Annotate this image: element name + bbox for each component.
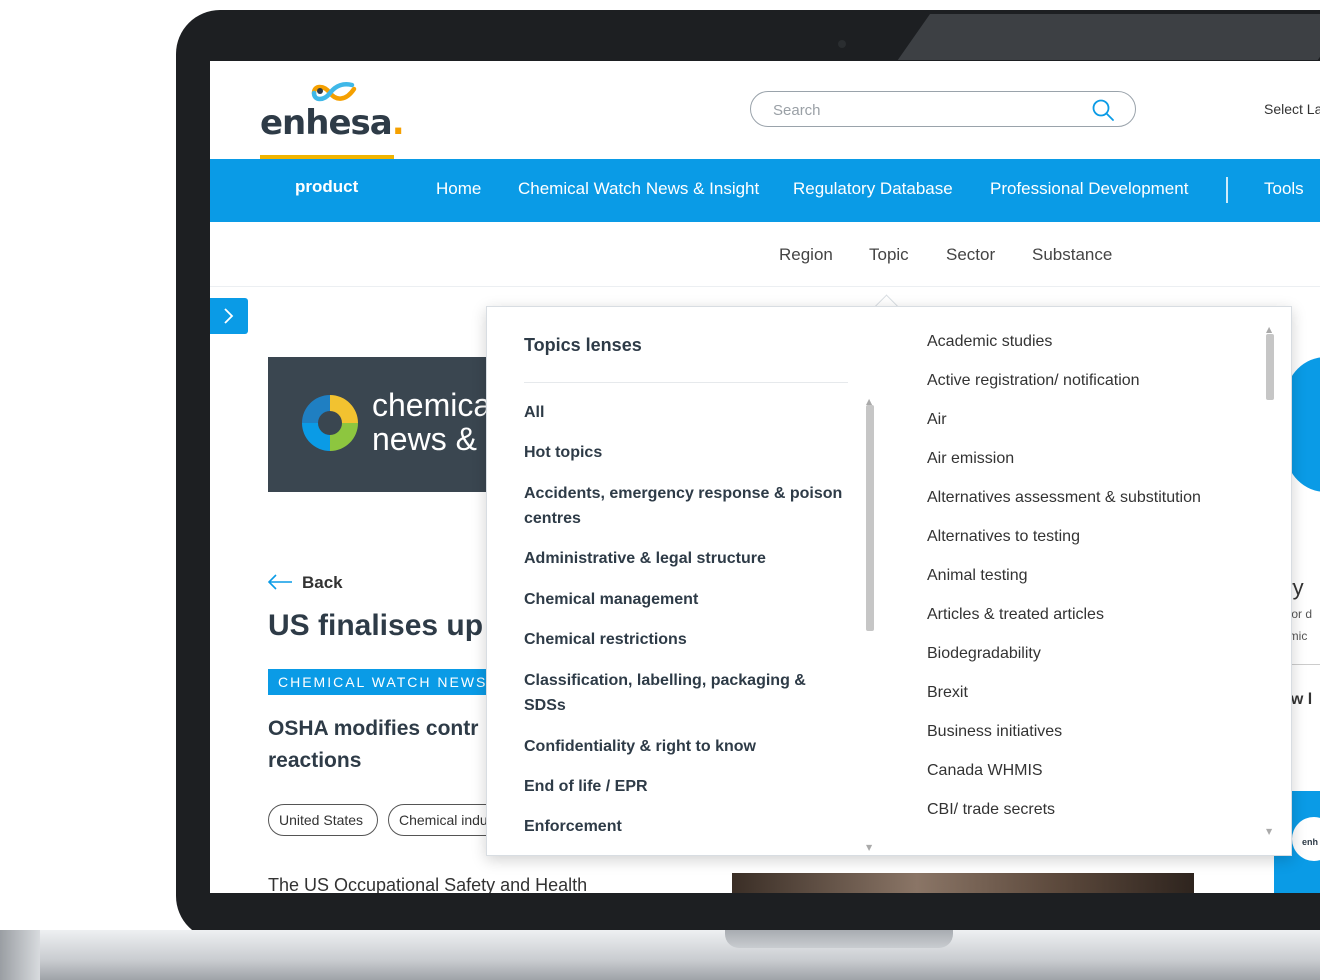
topic-item[interactable]: Brexit bbox=[927, 684, 968, 702]
topic-item[interactable]: Alternatives to testing bbox=[927, 528, 1080, 546]
nav-regulatory-database[interactable]: Regulatory Database bbox=[793, 179, 953, 199]
subnav-sector[interactable]: Sector bbox=[946, 245, 995, 265]
laptop-base-edge bbox=[0, 930, 40, 980]
lens-item[interactable]: All bbox=[524, 400, 844, 425]
topic-item[interactable]: Air emission bbox=[927, 450, 1014, 468]
topics-lenses-title: Topics lenses bbox=[524, 335, 642, 355]
lens-item[interactable]: End of life / EPR bbox=[524, 774, 844, 799]
sidebar-toggle[interactable] bbox=[210, 298, 248, 334]
lens-item[interactable]: Administrative & legal structure bbox=[524, 546, 844, 571]
nav-tools[interactable]: Tools bbox=[1264, 179, 1304, 199]
article-subheading-line2: reactions bbox=[268, 749, 362, 772]
select-language[interactable]: Select La bbox=[1264, 101, 1320, 117]
enhesa-badge-text: enh bbox=[1302, 837, 1319, 847]
topic-item[interactable]: Business initiatives bbox=[927, 723, 1062, 741]
laptop-base bbox=[0, 930, 1320, 980]
topics-dropdown: Topics lenses All Hot topics Accidents, … bbox=[486, 306, 1292, 856]
article-image bbox=[732, 873, 1194, 893]
topic-item[interactable]: CBI/ trade secrets bbox=[927, 801, 1055, 819]
banner-text-line1: chemica bbox=[372, 387, 492, 423]
scroll-down-icon[interactable]: ▼ bbox=[866, 843, 872, 852]
logo-dot: . bbox=[391, 103, 405, 143]
enhesa-logo-icon bbox=[311, 82, 357, 102]
bezel-reflection bbox=[897, 14, 1320, 60]
chemical-watch-logo-icon bbox=[302, 395, 358, 451]
topic-item[interactable]: Academic studies bbox=[927, 333, 1052, 351]
nav-professional-development[interactable]: Professional Development bbox=[990, 179, 1188, 199]
topics-lenses-divider bbox=[524, 382, 848, 383]
chevron-right-icon bbox=[224, 308, 234, 324]
scroll-down-icon[interactable]: ▼ bbox=[1266, 827, 1272, 836]
search-box[interactable] bbox=[750, 91, 1136, 127]
article-body-text: The US Occupational Safety and Health bbox=[268, 875, 588, 893]
logo-text: enhesa bbox=[260, 103, 393, 143]
topic-item[interactable]: Active registration/ notification bbox=[927, 372, 1140, 390]
lens-item[interactable]: Accidents, emergency response & poison c… bbox=[524, 481, 844, 531]
news-category-badge[interactable]: CHEMICAL WATCH NEWS bbox=[268, 669, 498, 695]
lens-item[interactable]: Chemical management bbox=[524, 587, 844, 612]
logo-wordmark[interactable]: enhesa. bbox=[260, 103, 405, 143]
topic-item[interactable]: Alternatives assessment & substitution bbox=[927, 489, 1201, 507]
article-subheading-line1: OSHA modifies contr bbox=[268, 717, 479, 740]
main-navbar: product Home Chemical Watch News & Insig… bbox=[210, 159, 1320, 222]
search-icon[interactable] bbox=[1091, 98, 1115, 122]
lens-item[interactable]: Classification, labelling, packaging & S… bbox=[524, 668, 844, 718]
browser-screen: enhesa. Select La product Home Chemical … bbox=[210, 61, 1320, 893]
back-link[interactable]: Back bbox=[302, 573, 343, 593]
nav-chemical-watch[interactable]: Chemical Watch News & Insight bbox=[518, 179, 759, 199]
nav-product[interactable]: product bbox=[295, 177, 358, 197]
lens-item[interactable]: Enforcement bbox=[524, 814, 844, 839]
subnav-divider bbox=[210, 286, 1320, 287]
subnav-region[interactable]: Region bbox=[779, 245, 833, 265]
arrow-left-icon[interactable] bbox=[267, 573, 293, 591]
scroll-up-icon[interactable]: ▲ bbox=[1266, 325, 1272, 334]
topic-item[interactable]: Articles & treated articles bbox=[927, 606, 1104, 624]
search-input[interactable] bbox=[771, 98, 1075, 122]
topic-item[interactable]: Canada WHMIS bbox=[927, 762, 1043, 780]
camera-icon bbox=[838, 40, 846, 48]
laptop-notch bbox=[725, 930, 953, 948]
topics-lenses-panel: Topics lenses All Hot topics Accidents, … bbox=[487, 307, 890, 855]
lens-item[interactable]: Chemical restrictions bbox=[524, 627, 844, 652]
nav-separator bbox=[1226, 177, 1228, 203]
topics-list-panel: Academic studies Active registration/ no… bbox=[889, 307, 1291, 855]
article-headline: US finalises up bbox=[268, 609, 484, 642]
topics-scrollbar-thumb[interactable] bbox=[1266, 334, 1274, 400]
topic-item[interactable]: Biodegradability bbox=[927, 645, 1041, 663]
topic-item[interactable]: Air bbox=[927, 411, 947, 429]
banner-text-line2: news & i bbox=[372, 421, 493, 457]
lens-item[interactable]: Confidentiality & right to know bbox=[524, 734, 844, 759]
subnav-substance[interactable]: Substance bbox=[1032, 245, 1112, 265]
lenses-scrollbar-thumb[interactable] bbox=[866, 405, 874, 631]
subnav-topic[interactable]: Topic bbox=[869, 245, 909, 265]
lens-item[interactable]: Hot topics bbox=[524, 440, 844, 465]
topic-item[interactable]: Animal testing bbox=[927, 567, 1028, 585]
nav-home[interactable]: Home bbox=[436, 179, 481, 199]
tag-united-states[interactable]: United States bbox=[268, 804, 378, 836]
